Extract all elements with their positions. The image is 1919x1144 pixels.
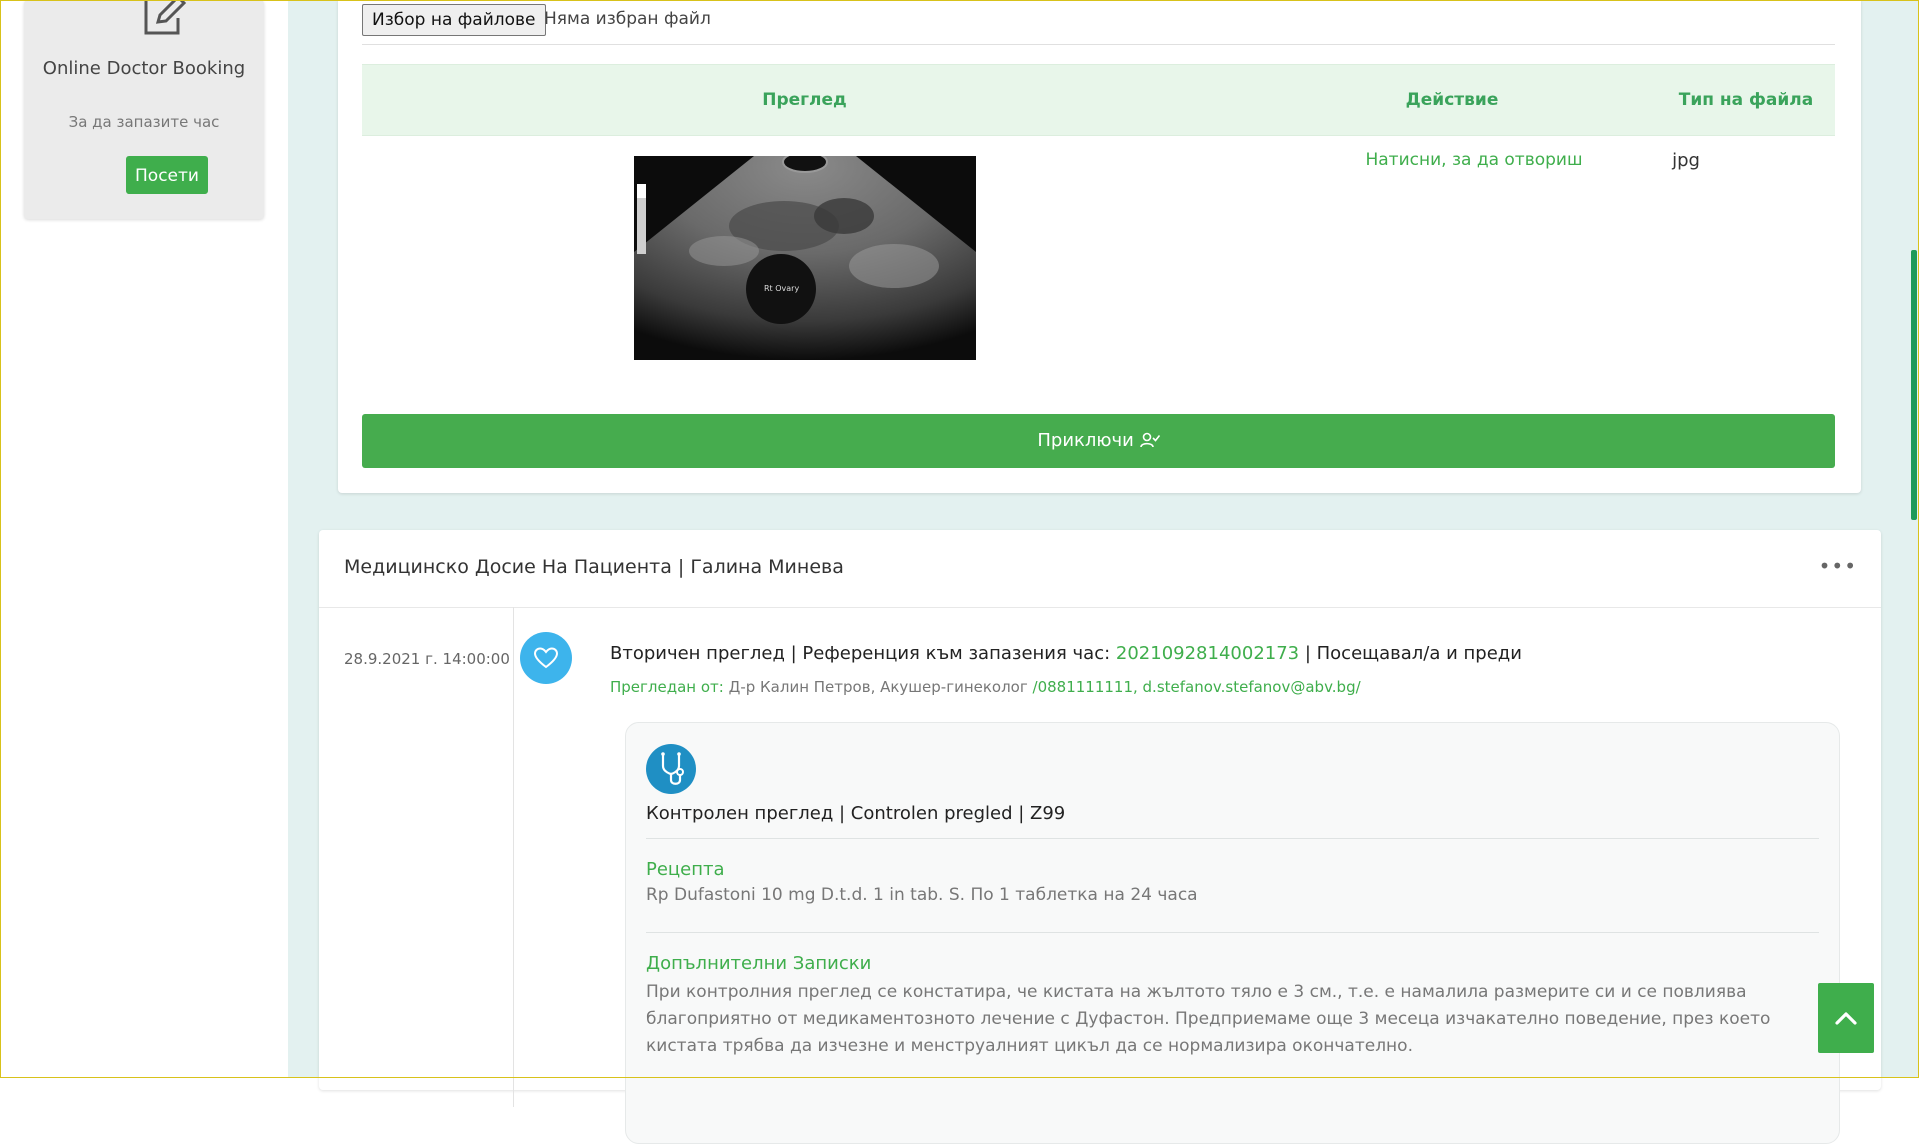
entry-date: 28.9.2021 г. 14:00:00	[344, 650, 510, 668]
timeline-line	[513, 607, 514, 1107]
timeline-badge	[520, 632, 572, 684]
prescription-label: Рецепта	[646, 859, 725, 880]
sidebar: Online Doctor Booking За да запазите час…	[0, 0, 288, 1078]
header-file-type: Тип на файла	[1678, 90, 1814, 110]
medical-record-card: Медицинско Досие На Пациента | Галина Ми…	[319, 530, 1881, 1144]
record-header: Медицинско Досие На Пациента | Галина Ми…	[319, 530, 1881, 608]
file-upload-row: Избор на файлове Няма избран файл	[362, 0, 1835, 45]
more-options-icon[interactable]: •••	[1819, 554, 1857, 578]
header-preview: Преглед	[762, 90, 847, 110]
files-card: Избор на файлове Няма избран файл Прегле…	[338, 0, 1861, 493]
page-scrollbar[interactable]	[1911, 250, 1917, 520]
entry-title-prefix: Вторичен преглед | Референция към запазе…	[610, 643, 1116, 664]
finish-button[interactable]: Приключи	[362, 414, 1835, 468]
edit-square-icon	[144, 0, 187, 35]
appointment-reference-link[interactable]: 2021092814002173	[1116, 643, 1299, 664]
file-status: Няма избран файл	[544, 9, 711, 29]
doctor-contacts[interactable]: /0881111111, d.stefanov.stefanov@abv.bg/	[1033, 678, 1361, 696]
ultrasound-thumbnail[interactable]: Rt Ovary	[634, 156, 976, 360]
choose-files-button[interactable]: Избор на файлове	[362, 4, 546, 36]
stethoscope-icon	[646, 744, 696, 794]
finish-button-label: Приключи	[1037, 430, 1134, 451]
ultrasound-caption: Rt Ovary	[764, 284, 799, 293]
entry-title-suffix: | Посещавал/а и преди	[1299, 643, 1522, 664]
examined-by-label: Прегледан от:	[610, 678, 729, 696]
notes-label: Допълнителни Записки	[646, 953, 872, 974]
entry-title: Вторичен преглед | Референция към запазе…	[610, 643, 1522, 664]
promo-title: Online Doctor Booking	[42, 58, 246, 79]
examination-details: Контролен преглед | Controlen pregled | …	[625, 722, 1840, 1144]
heart-icon	[534, 647, 558, 669]
booking-promo-card: Online Doctor Booking За да запазите час…	[24, 0, 264, 219]
user-check-icon	[1139, 432, 1160, 448]
header-action: Действие	[1405, 90, 1499, 110]
promo-subtitle: За да запазите час	[68, 113, 220, 131]
record-title: Медицинско Досие На Пациента | Галина Ми…	[344, 556, 844, 578]
prescription-text: Rp Dufastoni 10 mg D.t.d. 1 in tab. S. П…	[646, 885, 1198, 905]
doctor-name: Д-р Калин Петров, Акушер-гинеколог	[728, 678, 1033, 696]
scroll-to-top-button[interactable]	[1818, 983, 1874, 1053]
ultrasound-image: Rt Ovary	[634, 156, 976, 360]
examined-by: Прегледан от: Д-р Калин Петров, Акушер-г…	[610, 678, 1361, 696]
divider	[646, 932, 1819, 933]
divider	[646, 838, 1819, 839]
notes-text: При контролния преглед се констатира, че…	[646, 982, 1771, 1056]
diagnosis: Контролен преглед | Controlen pregled | …	[646, 803, 1066, 824]
chevron-up-icon	[1835, 1012, 1857, 1025]
file-type-value: jpg	[1672, 150, 1700, 171]
files-table-header: Преглед Действие Тип на файла	[362, 64, 1835, 136]
visit-button[interactable]: Посети	[126, 156, 208, 194]
